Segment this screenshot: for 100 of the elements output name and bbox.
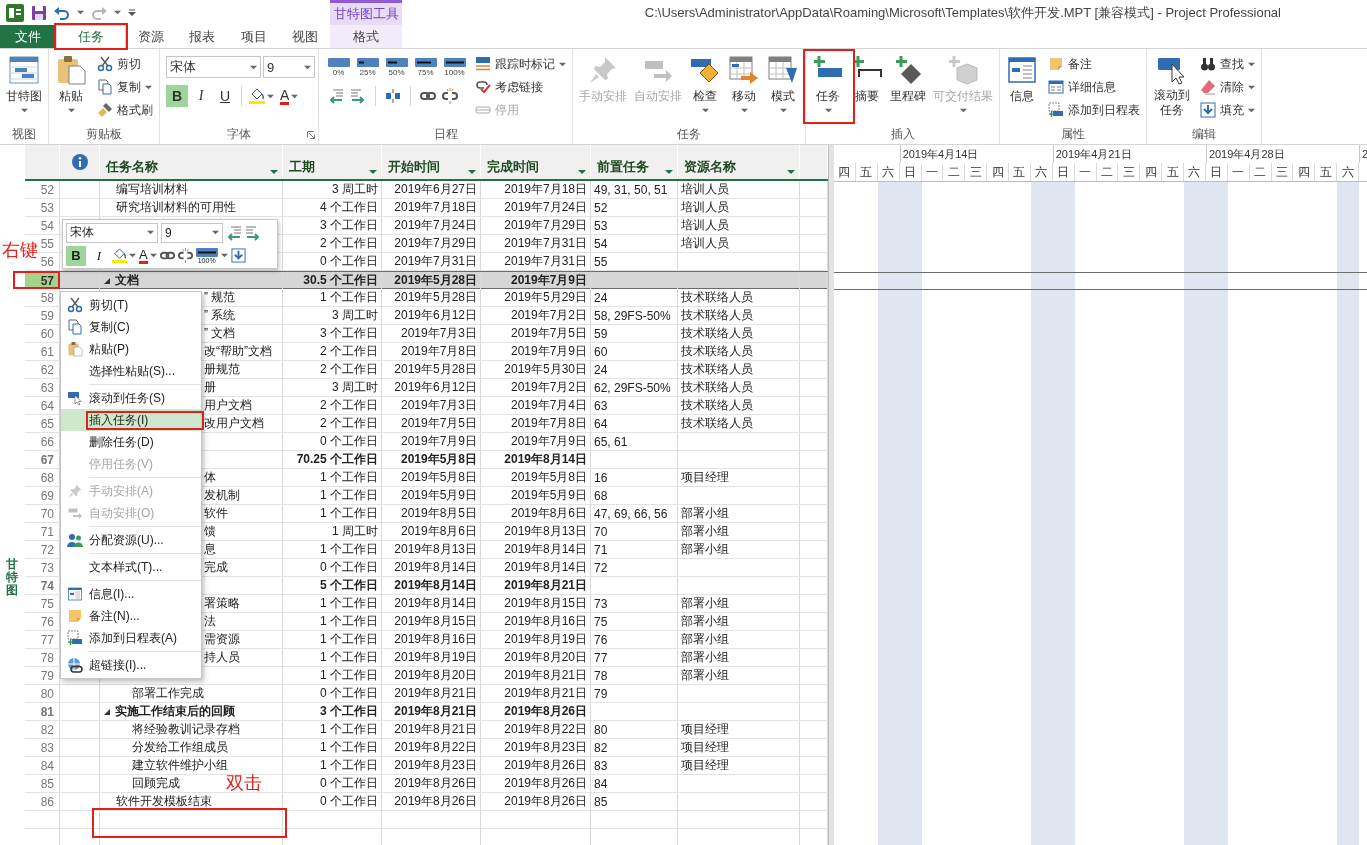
view-label[interactable]: 甘特图 [6,558,18,598]
ribbon-button[interactable]: 信息 [1003,51,1041,121]
expanded-triangle-icon[interactable] [103,276,111,285]
ribbon-button[interactable]: 添加到日程表 [1045,99,1143,121]
ribbon-button[interactable]: 模式 [764,51,802,121]
italic-button[interactable]: I [89,245,109,266]
ribbon-button[interactable]: 摘要 [848,51,886,121]
row-number[interactable]: 54 [40,218,54,233]
ribbon-button[interactable]: 复制 [94,76,156,98]
row-number[interactable]: 85 [40,776,54,791]
menu-item[interactable]: 粘贴(P) [61,338,201,360]
caret-icon[interactable] [220,252,228,259]
bold-button[interactable]: B [166,85,188,107]
row-number[interactable]: 68 [40,470,54,485]
ribbon-button[interactable]: 格式刷 [94,99,156,121]
percent-complete-button[interactable]: 25% [354,57,381,77]
row-number[interactable]: 78 [40,650,54,665]
font-color-button[interactable]: A [139,247,157,264]
unlink-icon[interactable] [442,88,458,104]
indent-icon[interactable] [350,88,366,104]
percent-complete-button[interactable]: 100% [441,57,468,77]
ribbon-button[interactable]: 甘特图 [3,51,45,121]
ribbon-tab[interactable]: 资源 [126,25,176,48]
font-name-field[interactable]: 宋体 [166,56,261,78]
row-number[interactable]: 71 [40,524,54,539]
font-name-field[interactable]: 宋体 [66,222,158,243]
menu-item[interactable]: 文本样式(T)... [61,556,201,578]
menu-item[interactable]: 滚动到任务(S) [61,387,201,409]
caret-icon[interactable] [77,9,84,16]
row-number[interactable]: 64 [40,398,54,413]
ribbon-tab[interactable]: 项目 [228,25,280,48]
percent-complete-button[interactable]: 75% [412,57,439,77]
ribbon-button[interactable]: 考虑链接 [472,76,569,98]
ribbon-tab[interactable]: 视图 [280,25,330,48]
italic-button[interactable]: I [190,85,212,107]
column-header[interactable]: 资源名称 [678,145,800,179]
percent-complete-button[interactable]: 0% [325,57,352,77]
percent-complete-button[interactable]: 50% [383,57,410,77]
row-number[interactable]: 81 [40,704,54,719]
row-number[interactable]: 56 [40,254,54,269]
column-header[interactable]: 前置任务 [591,145,678,179]
highlight-button[interactable] [112,248,136,263]
fill-down-icon[interactable] [230,248,246,263]
menu-item[interactable]: 信息(I)... [61,583,201,605]
column-header[interactable]: 开始时间 [382,145,481,179]
menu-item[interactable]: 复制(C) [61,316,201,338]
ribbon-button[interactable]: 任务 [809,51,847,121]
row-number[interactable]: 82 [40,722,54,737]
row-number[interactable]: 59 [40,308,54,323]
row-number[interactable]: 80 [40,686,54,701]
row-number[interactable]: 69 [40,488,54,503]
customize-icon[interactable] [128,8,136,17]
split-task-icon[interactable] [385,88,401,104]
outdent-icon[interactable] [328,88,344,104]
row-number[interactable]: 77 [40,632,54,647]
row-number[interactable]: 86 [40,794,54,809]
row-number[interactable]: 61 [40,344,54,359]
ribbon-tab[interactable]: 任务 [56,25,126,48]
row-number[interactable]: 83 [40,740,54,755]
menu-item[interactable]: 添加到日程表(A) [61,627,201,649]
menu-item[interactable]: 剪切(T) [61,294,201,316]
file-tab[interactable]: 文件 [0,25,56,48]
row-number[interactable]: 84 [40,758,54,773]
ribbon-button[interactable]: 清除 [1197,76,1259,98]
indent-icon[interactable] [245,224,261,241]
menu-item[interactable]: 超链接(I)... [61,654,201,676]
font-color-button[interactable]: A [278,85,301,107]
ribbon-button[interactable]: 滚动到任务 [1150,51,1194,121]
row-number[interactable]: 65 [40,416,54,431]
save-icon[interactable] [31,4,47,21]
ribbon-button[interactable]: 跟踪时标记 [472,53,569,75]
row-number[interactable]: 72 [40,542,54,557]
bold-button[interactable]: B [66,245,86,266]
row-number[interactable]: 75 [40,596,54,611]
row-number[interactable]: 70 [40,506,54,521]
menu-item[interactable]: 选择性粘贴(S)... [61,360,201,382]
row-number[interactable]: 53 [40,200,54,215]
font-size-field[interactable]: 9 [161,222,223,243]
ribbon-tab[interactable]: 报表 [176,25,228,48]
ribbon-tab[interactable]: 格式 [330,25,402,48]
row-number[interactable]: 63 [40,380,54,395]
ribbon-button[interactable]: 里程碑 [887,51,929,121]
ribbon-button[interactable]: 粘贴 [52,51,90,121]
row-number[interactable]: 52 [40,182,54,197]
caret-icon[interactable] [114,9,121,16]
row-number[interactable]: 67 [40,452,54,467]
column-header[interactable]: 工期 [283,145,382,179]
unlink-icon[interactable] [177,248,193,263]
underline-button[interactable]: U [214,85,236,107]
ribbon-button[interactable]: 剪切 [94,53,156,75]
row-number[interactable]: 58 [40,290,54,305]
outdent-icon[interactable] [226,224,242,241]
row-number[interactable]: 76 [40,614,54,629]
ribbon-button[interactable]: 查找 [1197,53,1259,75]
row-number[interactable]: 73 [40,560,54,575]
menu-item[interactable]: 分配资源(U)... [61,529,201,551]
ribbon-button[interactable]: 备注 [1045,53,1143,75]
row-number[interactable]: 74 [40,578,54,593]
row-number[interactable]: 55 [40,236,54,251]
column-header[interactable]: 完成时间 [481,145,591,179]
